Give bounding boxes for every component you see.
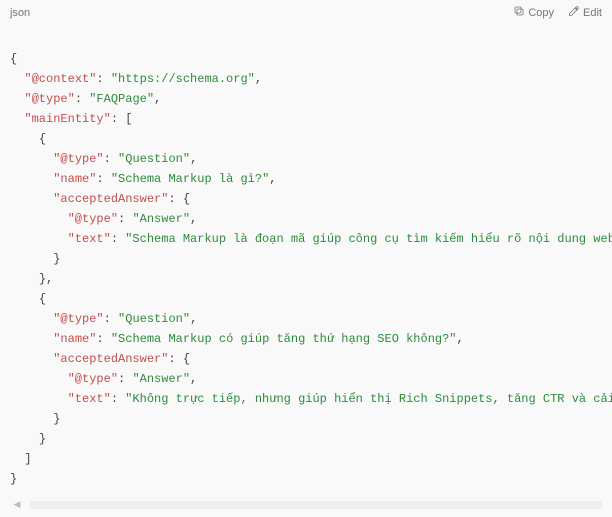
punct: : xyxy=(96,72,110,86)
json-key: "mainEntity" xyxy=(24,112,110,126)
json-key: "name" xyxy=(53,172,96,186)
punct: , xyxy=(190,312,197,326)
punct: , xyxy=(457,332,464,346)
bracket: ] xyxy=(24,452,31,466)
code-header: json Copy Edit xyxy=(0,0,612,23)
json-string: "Schema Markup có giúp tăng thứ hạng SEO… xyxy=(111,332,457,346)
brace: } xyxy=(10,472,17,486)
json-key: "@type" xyxy=(53,312,103,326)
json-key: "text" xyxy=(68,392,111,406)
horizontal-scrollbar[interactable] xyxy=(30,501,602,509)
punct: , xyxy=(269,172,276,186)
language-label: json xyxy=(10,7,30,19)
punct: : xyxy=(118,212,132,226)
brace: } xyxy=(39,432,46,446)
edit-button[interactable]: Edit xyxy=(568,5,602,20)
json-key: "@type" xyxy=(68,372,118,386)
punct: , xyxy=(190,212,197,226)
json-string: "Answer" xyxy=(132,372,190,386)
json-key: "acceptedAnswer" xyxy=(53,352,168,366)
json-key: "@type" xyxy=(24,92,74,106)
brace: }, xyxy=(39,272,53,286)
punct: : xyxy=(96,332,110,346)
json-string: "FAQPage" xyxy=(89,92,154,106)
punct: : xyxy=(111,392,125,406)
json-string: "Question" xyxy=(118,152,190,166)
copy-label: Copy xyxy=(528,7,554,19)
punct: : xyxy=(118,372,132,386)
json-key: "text" xyxy=(68,232,111,246)
scroll-left-arrow[interactable]: ◀ xyxy=(10,499,24,510)
punct: : [ xyxy=(111,112,133,126)
punct: , xyxy=(255,72,262,86)
punct: : xyxy=(104,312,118,326)
json-string: "Không trực tiếp, nhưng giúp hiển thị Ri… xyxy=(125,392,612,406)
copy-button[interactable]: Copy xyxy=(513,5,554,20)
copy-icon xyxy=(513,5,525,20)
json-key: "@context" xyxy=(24,72,96,86)
punct: : xyxy=(96,172,110,186)
punct: : xyxy=(75,92,89,106)
json-key: "@type" xyxy=(53,152,103,166)
edit-icon xyxy=(568,5,580,20)
punct: , xyxy=(154,92,161,106)
code-block: { "@context": "https://schema.org", "@ty… xyxy=(0,23,612,495)
punct: : xyxy=(111,232,125,246)
brace: { xyxy=(39,132,46,146)
punct: , xyxy=(190,152,197,166)
json-string: "Schema Markup là gì?" xyxy=(111,172,269,186)
json-key: "acceptedAnswer" xyxy=(53,192,168,206)
punct: : xyxy=(104,152,118,166)
json-string: "Answer" xyxy=(132,212,190,226)
json-key: "@type" xyxy=(68,212,118,226)
brace: } xyxy=(53,252,60,266)
punct: : { xyxy=(168,352,190,366)
json-string: "Schema Markup là đoạn mã giúp công cụ t… xyxy=(125,232,612,246)
json-string: "https://schema.org" xyxy=(111,72,255,86)
punct: : { xyxy=(168,192,190,206)
json-string: "Question" xyxy=(118,312,190,326)
edit-label: Edit xyxy=(583,7,602,19)
brace: { xyxy=(10,52,17,66)
brace: { xyxy=(39,292,46,306)
brace: } xyxy=(53,412,60,426)
punct: , xyxy=(190,372,197,386)
json-key: "name" xyxy=(53,332,96,346)
